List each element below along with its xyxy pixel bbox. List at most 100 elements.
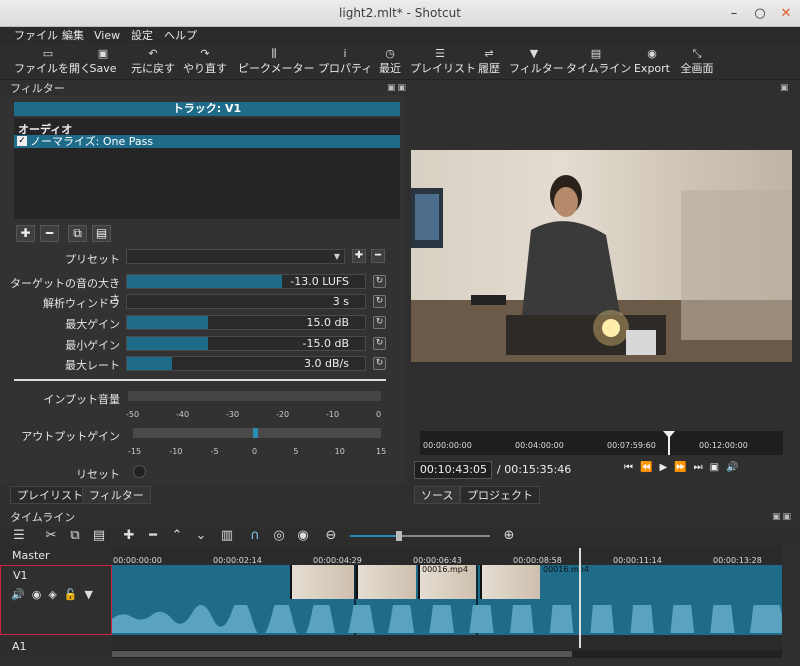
redo-button[interactable]: ↷ やり直す <box>183 46 227 78</box>
grid-icon[interactable]: ▣ <box>710 462 726 473</box>
scale-label: -50 <box>126 410 140 419</box>
append-icon[interactable]: ✚ <box>120 528 138 544</box>
param-slider[interactable]: 15.0 dB <box>126 315 366 330</box>
menu-file[interactable]: ファイル <box>14 27 58 44</box>
timeline-playhead[interactable] <box>579 548 581 648</box>
preset-select[interactable]: ▼ <box>126 249 345 264</box>
track-header: トラック: V1 <box>14 102 400 116</box>
save-button[interactable]: ▣ Save <box>88 46 118 78</box>
paste-filter-button[interactable]: ▤ <box>92 225 111 242</box>
zoom-out-icon[interactable]: ⊖ <box>322 528 340 544</box>
open-file-button[interactable]: ▭ ファイルを開く <box>14 46 91 78</box>
lift-icon[interactable]: ⌃ <box>168 528 186 544</box>
export-button[interactable]: ◉ Export <box>633 46 671 78</box>
playhead-marker-icon[interactable] <box>663 431 675 455</box>
history-button[interactable]: ⇌ 履歴 <box>475 46 503 78</box>
audio-waveform <box>112 605 782 633</box>
dock-float-close-buttons[interactable]: ▣▣ <box>387 83 408 95</box>
snap-icon[interactable]: ∩ <box>246 528 264 544</box>
timeline-button[interactable]: ▤ タイムライン <box>566 46 631 78</box>
reset-param-button[interactable]: ↻ <box>373 275 386 288</box>
plus-icon: ✚ <box>354 250 364 261</box>
ruler-tick-label: 00:04:00:00 <box>515 441 564 450</box>
tab-project[interactable]: プロジェクト <box>460 486 540 504</box>
reset-param-button[interactable]: ↻ <box>373 357 386 370</box>
remove-icon[interactable]: ━ <box>144 528 162 544</box>
slider-fill <box>127 316 208 329</box>
undo-button[interactable]: ↶ 元に戻す <box>128 46 178 78</box>
reset-param-button[interactable]: ↻ <box>373 316 386 329</box>
track-a1[interactable]: A1 <box>0 637 112 656</box>
menu-edit[interactable]: 編集 <box>62 27 84 44</box>
filters-button[interactable]: ▼ フィルター <box>509 46 564 78</box>
player-dock-buttons[interactable]: ▣ <box>780 83 791 95</box>
volume-icon[interactable]: 🔊 <box>726 462 745 473</box>
export-icon: ◉ <box>647 47 657 60</box>
v1-clip-track[interactable]: 00016.mp4 00016.mp4 <box>112 565 782 635</box>
play-icon[interactable]: ▶ <box>659 462 674 473</box>
checkbox-icon[interactable]: ✓ <box>17 136 27 146</box>
track-v1[interactable]: V1 🔊◉◈🔓▼ <box>0 565 112 635</box>
fullscreen-button[interactable]: ⤡ 全画面 <box>678 46 716 78</box>
playlist-button[interactable]: ☰ プレイリスト <box>410 46 476 78</box>
param-slider[interactable]: -13.0 LUFS <box>126 274 366 289</box>
delete-preset-button[interactable]: ━ <box>371 249 385 263</box>
add-preset-button[interactable]: ✚ <box>352 249 366 263</box>
scrub-icon[interactable]: ◎ <box>270 528 288 544</box>
overwrite-icon[interactable]: ⌄ <box>192 528 210 544</box>
rewind-icon[interactable]: ⏪ <box>640 462 659 473</box>
zoom-in-icon[interactable]: ⊕ <box>500 528 518 544</box>
scale-label: -15 <box>128 447 142 456</box>
mute-icon[interactable]: 🔊 <box>11 588 32 601</box>
filters-dock-title: フィルター <box>10 82 65 95</box>
copy-icon: ⧉ <box>73 226 82 240</box>
timeline-ruler-label: 00:00:13:28 <box>713 556 762 565</box>
tab-filters[interactable]: フィルター <box>82 486 151 504</box>
menu-view[interactable]: View <box>94 27 120 44</box>
zoom-slider[interactable] <box>350 531 490 541</box>
skip-next-icon[interactable]: ⏭ <box>694 462 710 473</box>
tab-source[interactable]: ソース <box>414 486 461 504</box>
reset-param-button[interactable]: ↻ <box>373 295 386 308</box>
param-value: 3.0 dB/s <box>304 357 349 370</box>
peak-meter-button[interactable]: ⫼ ピークメーター <box>238 46 315 78</box>
add-filter-button[interactable]: ✚ <box>16 225 35 242</box>
tab-playlist[interactable]: プレイリスト <box>10 486 90 504</box>
param-label: 最大ゲイン <box>65 318 120 331</box>
ripple-icon[interactable]: ◉ <box>294 528 312 544</box>
paste-icon[interactable]: ▤ <box>90 528 108 544</box>
menu-help[interactable]: ヘルプ <box>164 27 197 44</box>
track-master[interactable]: Master <box>0 546 112 565</box>
skip-previous-icon[interactable]: ⏮ <box>624 462 640 473</box>
timeline-scrollbar[interactable] <box>112 650 782 658</box>
current-timecode[interactable]: 00:10:43:05 <box>414 461 492 479</box>
eye-icon[interactable]: ◉ <box>32 588 49 601</box>
copy-icon[interactable]: ⧉ <box>66 528 84 544</box>
menu-icon[interactable]: ☰ <box>10 528 28 544</box>
maximize-button[interactable]: ○ <box>748 0 772 27</box>
video-preview[interactable] <box>411 150 792 362</box>
param-slider[interactable]: 3.0 dB/s <box>126 356 366 371</box>
filter-icon[interactable]: ▼ <box>84 588 99 601</box>
lock-icon[interactable]: 🔓 <box>64 588 85 601</box>
reset-param-button[interactable]: ↻ <box>373 337 386 350</box>
close-button[interactable]: ✕ <box>774 0 798 27</box>
copy-filter-button[interactable]: ⧉ <box>68 225 87 242</box>
filter-list-item-normalize[interactable]: ✓ ノーマライズ: One Pass <box>14 135 400 148</box>
timeline-dock-buttons[interactable]: ▣▣ <box>772 512 793 524</box>
layers-icon[interactable]: ◈ <box>48 588 63 601</box>
param-value: 3 s <box>332 295 349 308</box>
fast-forward-icon[interactable]: ⏩ <box>674 462 693 473</box>
scale-label: 15 <box>376 447 387 456</box>
param-slider[interactable]: -15.0 dB <box>126 336 366 351</box>
recent-button[interactable]: ◷ 最近 <box>377 46 403 78</box>
remove-filter-button[interactable]: ━ <box>40 225 59 242</box>
reset-indicator[interactable] <box>133 465 146 478</box>
param-slider[interactable]: 3 s <box>126 294 366 309</box>
slider-fill <box>127 357 173 370</box>
menu-settings[interactable]: 設定 <box>131 27 153 44</box>
minimize-button[interactable]: – <box>722 0 746 27</box>
cut-icon[interactable]: ✂ <box>42 528 60 544</box>
split-icon[interactable]: ▥ <box>218 528 236 544</box>
properties-button[interactable]: i プロパティ <box>318 46 372 78</box>
